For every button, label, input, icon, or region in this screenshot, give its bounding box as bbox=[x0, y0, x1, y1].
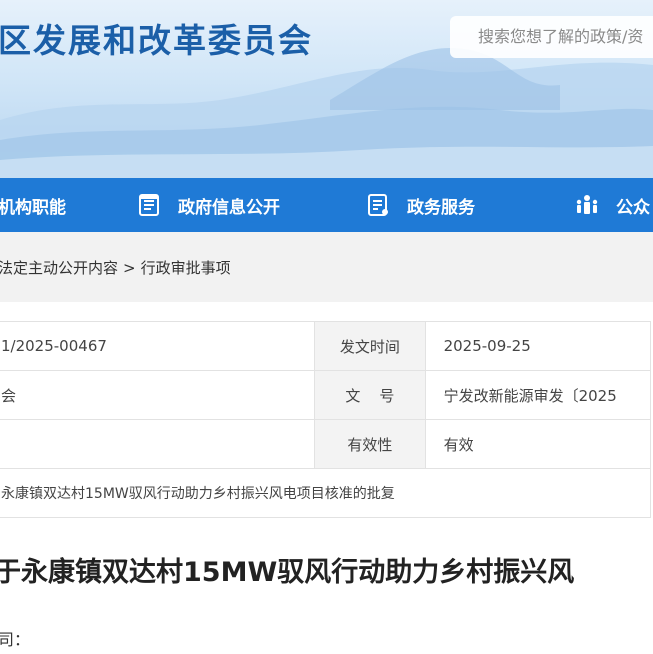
people-icon bbox=[574, 192, 600, 218]
nav-item-label: 公众 bbox=[616, 197, 650, 218]
subject-value: 永康镇双达村15MW驭风行动助力乡村振兴风电项目核准的批复 bbox=[0, 468, 651, 518]
document-salutation: 司： bbox=[0, 630, 31, 649]
breadcrumb-bar: 法定主动公开内容 > 行政审批事项 bbox=[0, 232, 653, 302]
nav-item-services[interactable]: 政务服务 bbox=[365, 178, 475, 232]
doc-number-label: 文 号 bbox=[314, 370, 426, 420]
service-list-icon bbox=[365, 192, 391, 218]
publish-date-value: 2025-09-25 bbox=[424, 321, 652, 371]
document-list-icon bbox=[136, 192, 162, 218]
validity-value: 有效 bbox=[424, 419, 652, 469]
nav-item-label: 政务服务 bbox=[407, 197, 475, 218]
breadcrumb-link[interactable]: 行政审批事项 bbox=[141, 259, 231, 277]
publish-date-label: 发文时间 bbox=[314, 321, 426, 371]
empty-cell bbox=[0, 419, 316, 469]
document-info-table: 1/2025-00467 发文时间 2025-09-25 会 文 号 宁发改新能… bbox=[0, 321, 652, 518]
breadcrumb-link[interactable]: 法定主动公开内容 bbox=[0, 259, 118, 277]
nav-item-organization[interactable]: 机构职能 bbox=[0, 178, 66, 232]
index-number-value: 1/2025-00467 bbox=[0, 321, 316, 371]
nav-item-label: 政府信息公开 bbox=[178, 197, 280, 218]
nav-item-label: 机构职能 bbox=[0, 197, 66, 218]
doc-number-value: 宁发改新能源审发〔2025 bbox=[424, 370, 652, 420]
main-nav: 机构职能 政府信息公开 政务服务 公众 bbox=[0, 178, 653, 232]
search-input[interactable] bbox=[476, 26, 653, 47]
nav-item-public[interactable]: 公众 bbox=[574, 178, 650, 232]
search-box[interactable] bbox=[450, 16, 653, 58]
site-title: 区发展和改革委员会 bbox=[0, 21, 313, 60]
validity-label: 有效性 bbox=[314, 419, 426, 469]
nav-item-info-disclosure[interactable]: 政府信息公开 bbox=[136, 178, 280, 232]
breadcrumb-separator: > bbox=[123, 259, 136, 277]
publisher-value: 会 bbox=[0, 370, 316, 420]
document-title: 于永康镇双达村15MW驭风行动助力乡村振兴风 bbox=[0, 557, 575, 588]
header-banner: 区发展和改革委员会 bbox=[0, 0, 653, 178]
breadcrumb: 法定主动公开内容 > 行政审批事项 bbox=[0, 257, 231, 278]
